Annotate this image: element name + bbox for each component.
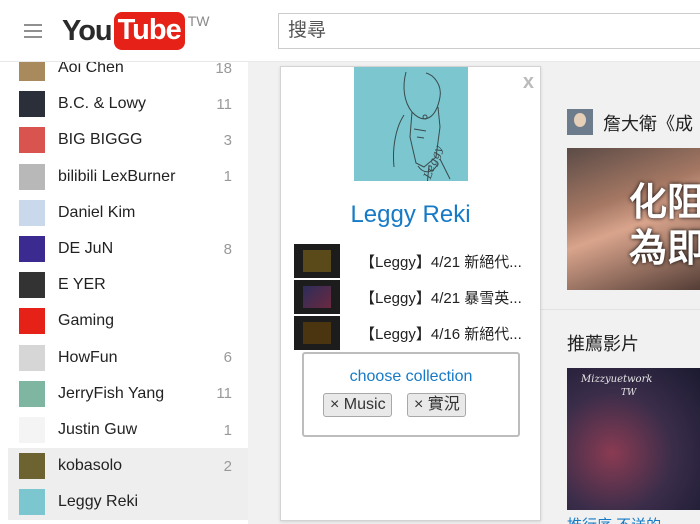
sidebar-unread-count: 11 <box>216 385 232 403</box>
channel-avatar-thumb <box>19 453 45 480</box>
sidebar-channel-item[interactable]: Justin Guw 1 <box>8 412 248 448</box>
sidebar-unread-count: 3 <box>223 131 232 149</box>
sidebar-channel-label: JerryFish Yang <box>58 384 165 402</box>
channel-avatar-thumb <box>19 163 45 190</box>
channel-avatar-thumb <box>19 62 45 81</box>
channel-avatar-thumb <box>19 344 45 371</box>
sidebar-unread-count: 1 <box>223 421 232 439</box>
sidebar-channel-item[interactable]: HowFun 6 <box>8 340 248 376</box>
sidebar-unread-count: 11 <box>216 95 232 113</box>
video-thumbnail-small[interactable] <box>294 316 340 350</box>
subscriptions-sidebar: Aoi Chen 18 B.C. & Lowy 11 BIG BIGGG 3 bilibil… <box>0 62 248 524</box>
sidebar-channel-item[interactable]: BIG BIGGG 3 <box>8 122 248 158</box>
sidebar-channel-label: Leggy Reki <box>58 493 139 511</box>
video-row[interactable]: 【Leggy】4/16 新絕代... <box>294 316 539 350</box>
sidebar-unread-count: 1 <box>223 168 232 186</box>
channel-title[interactable]: 詹大衛《成 <box>603 110 693 136</box>
sidebar-channel-label: kobasolo <box>58 457 123 475</box>
collection-tag-live[interactable]: × 實況 <box>407 393 466 417</box>
channel-avatar-thumb <box>19 489 45 516</box>
sidebar-channel-item[interactable]: DE JuN 8 <box>8 231 248 267</box>
channel-avatar-thumb <box>19 236 45 262</box>
youtube-logo[interactable]: You Tube TW <box>62 12 210 50</box>
sidebar-channel-item[interactable]: JerryFish Yang 11 <box>8 376 248 412</box>
channel-avatar-thumb <box>19 91 45 118</box>
sidebar-channel-label: Justin Guw <box>58 421 138 438</box>
collection-tag-music[interactable]: × Music <box>323 393 392 417</box>
sidebar-unread-count: 6 <box>223 349 232 367</box>
channel-avatar[interactable] <box>567 109 593 135</box>
thumbnail-watermark: Mizzyuetwork <box>581 374 653 385</box>
channel-avatar-thumb <box>19 272 45 299</box>
recommended-heading: 推薦影片 <box>567 334 639 354</box>
sidebar-channel-label: DE JuN <box>58 240 114 257</box>
video-thumbnail-small[interactable] <box>294 280 340 314</box>
collection-selector: choose collection × Music × 實況 <box>302 352 520 437</box>
channel-avatar-thumb <box>19 199 45 226</box>
channel-avatar-large[interactable]: Leggy <box>354 67 468 181</box>
main-content: 詹大衛《成 化阻為即 推薦影片 Mizzyuetwork TW 推行序 不送的 <box>541 62 700 524</box>
close-icon[interactable]: x <box>523 71 534 94</box>
sketch-face-icon: Leggy <box>393 71 451 181</box>
sidebar-channel-item[interactable]: Aoi Chen 18 <box>8 62 248 86</box>
sidebar-channel-label: BIG BIGGG <box>58 131 143 149</box>
video-title[interactable]: 【Leggy】4/16 新絕代... <box>360 323 539 344</box>
sidebar-channel-item[interactable]: B.C. & Lowy 11 <box>8 86 248 122</box>
video-thumbnail[interactable]: 化阻 為即 <box>567 148 700 290</box>
sidebar-channel-item[interactable]: Gaming <box>8 303 248 339</box>
video-title[interactable]: 【Leggy】4/21 暴雪英... <box>360 287 539 308</box>
channel-avatar-thumb <box>19 380 45 407</box>
sidebar-channel-item[interactable]: Daniel Kim <box>8 195 248 231</box>
search-box <box>278 13 700 49</box>
section-divider <box>541 309 700 310</box>
channel-popup-card: Leggy x Leggy Reki 【Leggy】4/21 新絕代... 【L… <box>280 66 541 521</box>
video-title[interactable]: 【Leggy】4/21 新絕代... <box>360 251 539 272</box>
hamburger-menu-icon[interactable] <box>24 24 42 38</box>
sidebar-channel-item[interactable]: Leggy Reki <box>8 484 248 521</box>
thumbnail-text: 化阻 為即 <box>629 182 700 270</box>
recommended-video-thumbnail[interactable]: Mizzyuetwork TW <box>567 368 700 510</box>
logo-region-text: TW <box>187 13 210 29</box>
video-thumbnail-small[interactable] <box>294 244 340 278</box>
masthead: You Tube TW <box>0 0 700 62</box>
channel-name-link[interactable]: Leggy Reki <box>281 201 540 229</box>
sidebar-channel-item[interactable]: bilibili LexBurner 1 <box>8 159 248 195</box>
sidebar-unread-count: 2 <box>223 457 232 475</box>
channel-avatar-thumb <box>19 308 45 335</box>
recommended-video-link[interactable]: 推行序 不送的 <box>567 514 661 524</box>
sidebar-channel-label: Aoi Chen <box>58 62 124 76</box>
channel-avatar-thumb <box>19 417 45 443</box>
sidebar-unread-count: 8 <box>223 240 232 258</box>
sidebar-channel-item[interactable]: kobasolo 2 <box>8 448 248 485</box>
logo-you-text: You <box>62 15 113 47</box>
choose-collection-link[interactable]: choose collection <box>304 368 518 386</box>
video-row[interactable]: 【Leggy】4/21 暴雪英... <box>294 280 539 314</box>
youtube-page: You Tube TW Aoi Chen18B.C. & Lowy11BIG B… <box>0 0 700 524</box>
sidebar-channel-label: bilibili LexBurner <box>58 167 176 185</box>
sidebar-channel-label: Gaming <box>58 312 115 330</box>
sidebar-unread-count: 18 <box>215 62 232 77</box>
sidebar-channel-label: HowFun <box>58 348 118 366</box>
logo-tube-text: Tube <box>113 12 185 50</box>
search-input[interactable] <box>279 14 700 48</box>
channel-avatar-thumb <box>19 127 45 154</box>
video-row[interactable]: 【Leggy】4/21 新絕代... <box>294 244 539 278</box>
sidebar-channel-label: B.C. & Lowy <box>58 95 147 113</box>
thumbnail-watermark-sub: TW <box>621 388 637 398</box>
sidebar-channel-label: Daniel Kim <box>58 203 136 221</box>
sidebar-channel-label: E YER <box>58 276 106 294</box>
sidebar-channel-item[interactable]: E YER <box>8 267 248 303</box>
